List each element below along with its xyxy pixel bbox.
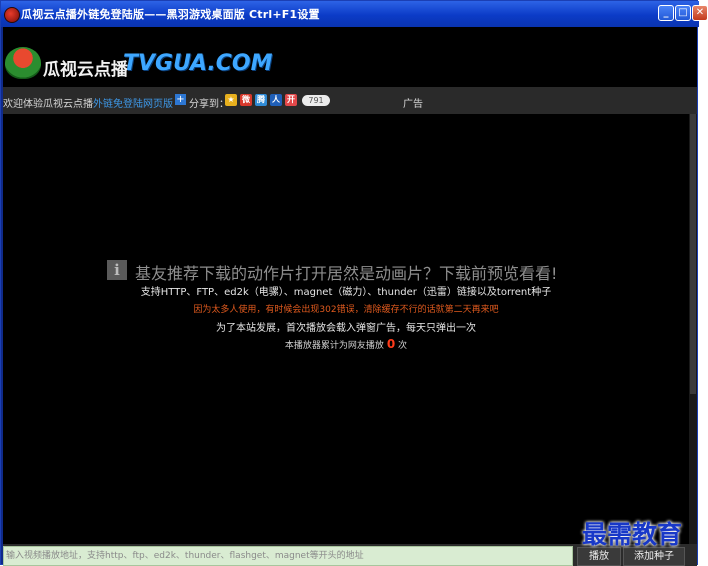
ad-notice-text: 为了本站发展，首次播放会载入弹窗广告，每天只弹出一次 [216,323,476,334]
logo-bar: 瓜视云点播 TVGUA.COM [3,27,697,87]
window-title: 瓜视云点播外链免登陆版——黑羽游戏桌面版 Ctrl+F1设置 [21,8,320,21]
minimize-button[interactable]: _ [658,5,674,21]
qzone-icon[interactable]: ★ [225,94,237,106]
warning-text: 因为太多人使用，有时候会出现302错误，清除缓存不行的话就第二天再来吧 [193,305,499,315]
watermelon-icon [4,7,20,23]
headline-row: i 基友推荐下载的动作片打开居然是动画片？下载前预览看看! [3,258,689,283]
play-count-suffix: 次 [398,341,408,351]
welcome-label: 欢迎体验瓜视云点播 [3,99,93,110]
renren-icon[interactable]: 人 [270,94,282,106]
maximize-button[interactable]: □ [675,5,691,21]
play-count-prefix: 本播放器累计为网友播放 [284,341,384,351]
share-count-badge: 791 [302,95,330,106]
share-plus-icon[interactable]: + [175,94,186,105]
weibo-icon[interactable]: 微 [240,94,252,106]
video-url-input[interactable] [3,546,573,566]
play-count-value: 0 [386,337,396,351]
watermelon-logo-icon [5,47,41,79]
player-headline: 基友推荐下载的动作片打开居然是动画片？下载前预览看看! [135,264,558,283]
logo-text-en: TVGUA.COM [123,51,273,76]
tencent-weibo-icon[interactable]: 腾 [255,94,267,106]
ad-label[interactable]: 广告 [403,95,423,110]
kaixin-icon[interactable]: 开 [285,94,297,106]
logo-text-cn: 瓜视云点播 [43,60,128,80]
vertical-scrollbar[interactable] [689,114,697,544]
scrollbar-thumb[interactable] [690,114,696,394]
video-player[interactable]: i 基友推荐下载的动作片打开居然是动画片？下载前预览看看! 支持HTTP、FTP… [3,114,689,544]
play-count-text: 本播放器累计为网友播放 0 次 [3,337,689,351]
nav-bar: 欢迎体验瓜视云点播外链免登陆网页版 + 分享到： ★ 微 腾 人 开 791 广… [3,87,697,114]
app-window: 瓜视云点播外链免登陆版——黑羽游戏桌面版 Ctrl+F1设置 _ □ ✕ 瓜视云… [0,0,708,566]
support-text: 支持HTTP、FTP、ed2k（电骡）、magnet（磁力）、thunder（迅… [140,287,552,298]
share-label: 分享到： [189,99,229,110]
welcome-text: 欢迎体验瓜视云点播外链免登陆网页版 [3,95,173,110]
title-bar[interactable]: 瓜视云点播外链免登陆版——黑羽游戏桌面版 Ctrl+F1设置 _ □ ✕ [1,1,708,27]
app-content: 瓜视云点播 TVGUA.COM 欢迎体验瓜视云点播外链免登陆网页版 + 分享到：… [3,27,697,566]
close-button[interactable]: ✕ [692,5,708,21]
watermark-logo: 最需教育 [582,520,683,549]
web-version-link[interactable]: 外链免登陆网页版 [93,99,173,110]
info-icon: i [107,260,127,280]
